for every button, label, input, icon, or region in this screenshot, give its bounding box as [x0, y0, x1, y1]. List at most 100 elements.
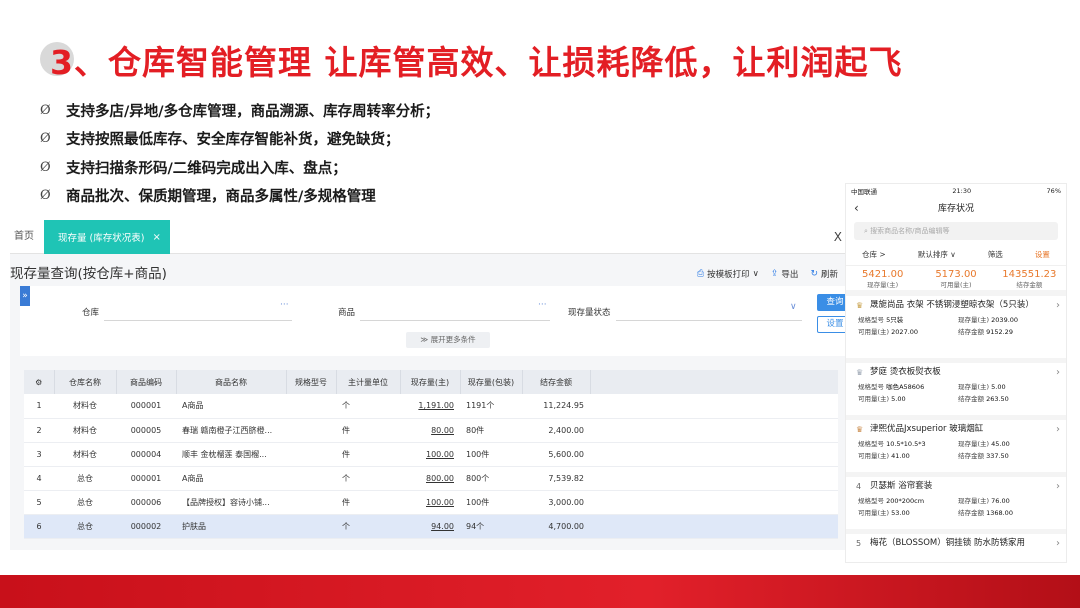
table-row[interactable]: 5 总仓 000006 【品牌授权】容诗小铺... 件 100.00 100件 …: [24, 490, 838, 515]
column-header[interactable]: 规格型号: [286, 370, 337, 394]
list-item[interactable]: 4 贝瑟斯 浴帘套装 › 规格型号 200*200cm 现存量(主) 76.00 …: [846, 477, 1066, 534]
table-row[interactable]: 3 材料仓 000004 顺丰 金枕榴莲 泰国榴... 件 100.00 100…: [24, 442, 838, 467]
column-header[interactable]: 仓库名称: [54, 370, 117, 394]
item-avail: 53.00: [891, 509, 910, 517]
item-stock: 2039.00: [991, 316, 1019, 324]
cell-amount: 4,700.00: [522, 514, 590, 539]
column-header[interactable]: 主计量单位: [336, 370, 401, 394]
item-avail: 5.00: [891, 395, 906, 403]
print-template-button[interactable]: ⎙ 按模板打印 ∨: [697, 268, 759, 280]
screen-filter[interactable]: 筛选: [988, 249, 1003, 260]
chevron-right-icon[interactable]: ›: [1056, 481, 1060, 492]
cell-warehouse: 材料仓: [54, 442, 116, 467]
export-icon: ⇪: [770, 269, 779, 279]
chevron-right-icon[interactable]: ›: [1056, 300, 1060, 311]
rank-number: 5: [856, 539, 862, 548]
tab-inventory-status[interactable]: 现存量 (库存状况表) ×: [44, 220, 170, 254]
field-label: 现存量(主): [958, 383, 990, 391]
cell-spec: [286, 514, 336, 539]
column-header[interactable]: 商品名称: [176, 370, 287, 394]
cell-qty-pack: 100件: [460, 490, 522, 515]
list-item[interactable]: 5 梅花（BLOSSOM）铜挂锁 防水防锈家用 ›: [846, 534, 1066, 562]
stock-status-filter-label: 现存量状态: [568, 308, 611, 318]
field-label: 可用量(主): [858, 509, 890, 517]
chevron-down-icon[interactable]: ∨: [753, 269, 759, 279]
column-header[interactable]: 商品编码: [116, 370, 177, 394]
table-row[interactable]: 4 总仓 000001 A商品 个 800.00 800个 7,539.82: [24, 466, 838, 491]
stat-amount: 143551.23 结存金额: [993, 268, 1066, 290]
cell-amount: 11,224.95: [522, 394, 590, 419]
settings-filter[interactable]: 设置: [1035, 249, 1050, 260]
cell-qty-main-link[interactable]: 94.00: [400, 514, 460, 539]
cell-unit: 个: [336, 466, 400, 491]
collapse-filter-icon[interactable]: »: [20, 286, 30, 306]
sort-filter[interactable]: 默认排序 ∨: [918, 249, 956, 260]
more-options-icon[interactable]: ···: [280, 300, 289, 310]
cell-code: 000006: [116, 490, 176, 515]
tab-home[interactable]: 首页: [14, 220, 34, 254]
cell-warehouse: 总仓: [54, 466, 116, 491]
row-index: 4: [24, 466, 54, 491]
close-icon[interactable]: ×: [152, 232, 160, 243]
field-label: 可用量(主): [858, 452, 890, 460]
field-label: 结存金额: [958, 509, 984, 517]
row-index: 1: [24, 394, 54, 419]
table-row[interactable]: 2 材料仓 000005 春瑞 赣南橙子江西脐橙... 件 80.00 80件 …: [24, 418, 838, 443]
setup-button[interactable]: 设置: [817, 316, 846, 333]
window-close-button[interactable]: X: [834, 230, 842, 244]
warehouse-filter-input[interactable]: [104, 320, 292, 321]
bullet-marker-icon: Ø: [40, 102, 51, 118]
cell-amount: 7,539.82: [522, 466, 590, 491]
item-name: 晟旎尚品 衣架 不锈钢浸塑晾衣架（5只装）: [870, 300, 1034, 310]
item-amount: 337.50: [986, 452, 1009, 460]
column-header[interactable]: 现存量(包装): [460, 370, 523, 394]
item-name: 津熙优品Jxsuperior 玻璃烟缸: [870, 424, 984, 434]
field-label: 可用量(主): [858, 328, 890, 336]
slide-title: 3、仓库智能管理 让库管高效、让损耗降低，让利润起飞: [50, 43, 903, 82]
chevron-right-icon[interactable]: ›: [1056, 424, 1060, 435]
column-header[interactable]: 现存量(主): [400, 370, 461, 394]
table-row[interactable]: 1 材料仓 000001 A商品 个 1,191.00 1191个 11,224…: [24, 394, 838, 419]
query-button[interactable]: 查询: [817, 294, 846, 311]
cell-qty-main-link[interactable]: 1,191.00: [400, 394, 460, 419]
product-filter-input[interactable]: [360, 320, 550, 321]
table-header-row: ⚙ 仓库名称 商品编码 商品名称 规格型号 主计量单位 现存量(主) 现存量(包…: [24, 370, 838, 394]
more-options-icon[interactable]: ···: [538, 300, 547, 310]
column-settings-icon[interactable]: ⚙: [24, 370, 55, 394]
cell-empty: [590, 466, 838, 491]
chevron-down-icon[interactable]: ∨: [790, 302, 797, 312]
table-row-selected[interactable]: 6 总仓 000002 护肤品 个 94.00 94个 4,700.00: [24, 514, 838, 539]
stat-value: 143551.23: [1002, 269, 1057, 280]
refresh-icon: ↻: [810, 269, 818, 279]
list-item[interactable]: ♛ 晟旎尚品 衣架 不锈钢浸塑晾衣架（5只装） › 规格型号 5只装 现存量(主)…: [846, 296, 1066, 363]
cell-qty-main-link[interactable]: 800.00: [400, 466, 460, 491]
item-amount: 263.50: [986, 395, 1009, 403]
search-input[interactable]: ⌕ 搜索商品名称/商品编辑等: [854, 222, 1058, 240]
cell-empty: [590, 514, 838, 539]
stat-label: 现存量(主): [867, 281, 899, 289]
warehouse-filter[interactable]: 仓库 >: [862, 249, 886, 260]
cell-qty-main-link[interactable]: 100.00: [400, 442, 460, 467]
column-header[interactable]: 结存金额: [522, 370, 591, 394]
cell-product-name: 【品牌授权】容诗小铺...: [176, 490, 286, 515]
cell-warehouse: 材料仓: [54, 418, 116, 443]
bottom-decoration-band: [0, 575, 1080, 608]
chevron-right-icon[interactable]: ›: [1056, 538, 1060, 549]
list-item[interactable]: ♛ 津熙优品Jxsuperior 玻璃烟缸 › 规格型号 10.5*10.5*3 …: [846, 420, 1066, 477]
item-name: 贝瑟斯 浴帘套装: [870, 481, 933, 491]
expand-more-conditions-button[interactable]: ≫ 展开更多条件: [406, 332, 490, 348]
refresh-button[interactable]: ↻ 刷新: [810, 268, 838, 280]
chevron-right-icon[interactable]: ›: [1056, 367, 1060, 378]
export-button[interactable]: ⇪ 导出: [771, 268, 799, 280]
list-item[interactable]: ♛ 梦庭 烫衣板熨衣板 › 规格型号 咖色A58606 现存量(主) 5.00 可…: [846, 363, 1066, 420]
cell-qty-main-link[interactable]: 100.00: [400, 490, 460, 515]
cell-amount: 3,000.00: [522, 490, 590, 515]
cell-code: 000001: [116, 394, 176, 419]
field-label: 规格型号: [858, 497, 884, 505]
stock-status-select[interactable]: [616, 320, 802, 321]
item-spec: 200*200cm: [886, 497, 925, 505]
back-arrow-icon[interactable]: ‹: [854, 198, 859, 218]
status-bar: 中国联通 21:30 76%: [846, 184, 1066, 198]
cell-qty-main-link[interactable]: 80.00: [400, 418, 460, 443]
stat-value: 5421.00: [861, 269, 904, 280]
